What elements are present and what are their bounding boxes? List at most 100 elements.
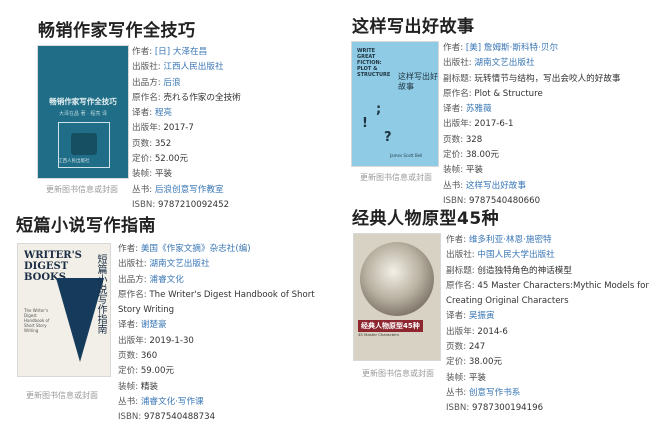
book-title[interactable]: 短篇小说写作指南: [16, 211, 156, 236]
update-cover-link[interactable]: 更新图书信息或封面: [360, 172, 432, 183]
info-link[interactable]: 浦睿文化: [149, 275, 183, 285]
info-label: 原作名:: [443, 88, 472, 99]
info-row: 丛书: 浦睿文化·写作课: [118, 395, 340, 410]
info-link[interactable]: 程亮: [155, 108, 172, 118]
info-row: 丛书: 后浪创意写作教室: [132, 183, 332, 198]
info-row: 出版年: 2014-6: [446, 325, 668, 340]
info-link[interactable]: [日] 大泽在昌: [155, 47, 207, 57]
info-value: 328: [465, 134, 483, 145]
info-label: 定价:: [446, 357, 467, 368]
info-value: 9787540488734: [143, 412, 216, 423]
info-link[interactable]: 创意写作书系: [469, 388, 521, 398]
cover-english-title: The Writer's Digest Handbook of Short St…: [24, 308, 50, 333]
info-row: ISBN: 9787210092452: [132, 198, 332, 213]
info-label: 页数:: [118, 351, 139, 362]
book-title[interactable]: 这样写出好故事: [352, 12, 475, 37]
info-label: 译者:: [132, 108, 153, 119]
info-row: 装帧: 平装: [446, 371, 668, 386]
info-label: 出版社:: [443, 58, 472, 69]
question-mark: ?: [384, 130, 392, 145]
info-link[interactable]: 后浪: [163, 78, 180, 88]
info-row: 出品方: 后浪: [132, 76, 332, 91]
info-row: 出品方: 浦睿文化: [118, 273, 340, 288]
update-cover-link[interactable]: 更新图书信息或封面: [362, 368, 434, 379]
info-value: 9787300194196: [471, 403, 544, 414]
info-row: 副标题: 玩转情节与结构，写出会咬人的好故事: [443, 72, 669, 87]
info-row: 定价: 52.00元: [132, 152, 332, 167]
info-row: 出版社: 中国人民大学出版社: [446, 248, 668, 263]
info-row: 页数: 352: [132, 137, 332, 152]
info-label: 出版社:: [132, 62, 161, 73]
info-row: 原作名: The Writer's Digest Handbook of Sho…: [118, 288, 340, 319]
book-cover[interactable]: WRITE GREAT FICTION: PLOT & STRUCTURE 这样…: [352, 42, 438, 166]
info-label: 页数:: [443, 134, 464, 145]
info-label: 出版年:: [118, 335, 147, 346]
info-link[interactable]: 江西人民出版社: [163, 62, 223, 72]
info-label: 作者:: [443, 43, 464, 53]
info-label: ISBN:: [132, 199, 156, 210]
info-value: 352: [154, 138, 172, 149]
book-title[interactable]: 畅销作家写作全技巧: [38, 16, 196, 41]
book-info: 作者: 维多利亚·林恩·施密特 出版社: 中国人民大学出版社 副标题: 创造独特角色…: [446, 233, 668, 417]
info-row: 定价: 38.00元: [446, 355, 668, 370]
update-cover-link[interactable]: 更新图书信息或封面: [26, 390, 98, 401]
info-row: 原作名: 売れる作家の全技術: [132, 91, 332, 106]
info-label: 出版社:: [118, 259, 147, 270]
cover-publisher: 江西人民出版社: [58, 159, 90, 164]
info-link[interactable]: 维多利亚·林恩·施密特: [469, 235, 552, 245]
info-label: 丛书:: [132, 184, 153, 195]
update-cover-link[interactable]: 更新图书信息或封面: [46, 184, 118, 195]
book-cover[interactable]: 经典人物原型45种 45 Master Characters: [354, 234, 440, 360]
exclamation-mark: !: [362, 116, 368, 131]
info-value: 52.00元: [154, 154, 189, 165]
info-value: 创造独特角色的神话模型: [477, 265, 572, 276]
info-row: 原作名: Plot & Structure: [443, 87, 669, 102]
info-link[interactable]: 苏雅薇: [466, 104, 492, 114]
info-label: 原作名:: [446, 280, 475, 291]
info-row: 译者: 吴振寅: [446, 309, 668, 324]
info-link[interactable]: 谢楚豪: [141, 320, 167, 330]
book-cover[interactable]: 畅销作家写作全技巧 大泽在昌 著 · 程亮 译 江西人民出版社: [38, 46, 128, 178]
info-row: 作者: 美国《作家文摘》杂志社(编): [118, 242, 340, 257]
info-row: 作者: [美] 詹姆斯·斯科特·贝尔: [443, 41, 669, 56]
info-label: ISBN:: [446, 403, 470, 414]
info-label: 页数:: [132, 138, 153, 149]
book-title[interactable]: 经典人物原型45种: [352, 204, 499, 229]
info-link[interactable]: 浦睿文化·写作课: [141, 397, 204, 407]
info-label: 原作名:: [118, 289, 147, 300]
cover-subtitle: 大泽在昌 著 · 程亮 译: [59, 111, 107, 117]
book-cover[interactable]: WRITER'S DIGEST BOOKS 短篇小说写作指南 The Write…: [18, 244, 110, 376]
info-row: 作者: [日] 大泽在昌: [132, 45, 332, 60]
info-link[interactable]: 美国《作家文摘》杂志社(编): [141, 244, 251, 254]
info-link[interactable]: 这样写出好故事: [466, 181, 526, 191]
info-label: 出版年:: [446, 326, 475, 337]
info-value: 2014-6: [477, 326, 508, 337]
info-link[interactable]: 湖南文艺出版社: [149, 259, 209, 269]
info-row: 丛书: 创意写作书系: [446, 386, 668, 401]
info-link[interactable]: 中国人民大学出版社: [477, 250, 554, 260]
info-label: 副标题:: [446, 265, 475, 276]
info-value: 平装: [468, 372, 487, 383]
info-label: 出版年:: [132, 123, 161, 134]
info-row: 页数: 247: [446, 340, 668, 355]
info-value: 38.00元: [468, 357, 503, 368]
info-value: 2017-6-1: [474, 119, 514, 130]
cover-author: James Scott Bell: [390, 153, 423, 158]
info-row: 页数: 328: [443, 133, 669, 148]
info-value: 9787210092452: [157, 199, 230, 210]
info-label: ISBN:: [118, 412, 142, 423]
info-row: 定价: 59.00元: [118, 364, 340, 379]
cover-english-title: WRITE GREAT FICTION: PLOT & STRUCTURE: [357, 48, 391, 78]
info-label: 定价:: [443, 150, 464, 161]
info-link[interactable]: 后浪创意写作教室: [155, 185, 224, 195]
info-label: 副标题:: [443, 73, 472, 84]
info-label: 定价:: [132, 154, 153, 165]
info-row: 页数: 360: [118, 349, 340, 364]
info-link[interactable]: 湖南文艺出版社: [474, 58, 534, 68]
info-link[interactable]: 吴振寅: [469, 311, 495, 321]
info-row: 译者: 谢楚豪: [118, 318, 340, 333]
info-link[interactable]: [美] 詹姆斯·斯科特·贝尔: [466, 43, 558, 53]
info-row: 副标题: 创造独特角色的神话模型: [446, 264, 668, 279]
cover-title: 经典人物原型45种: [358, 320, 423, 332]
info-label: 定价:: [118, 366, 139, 377]
